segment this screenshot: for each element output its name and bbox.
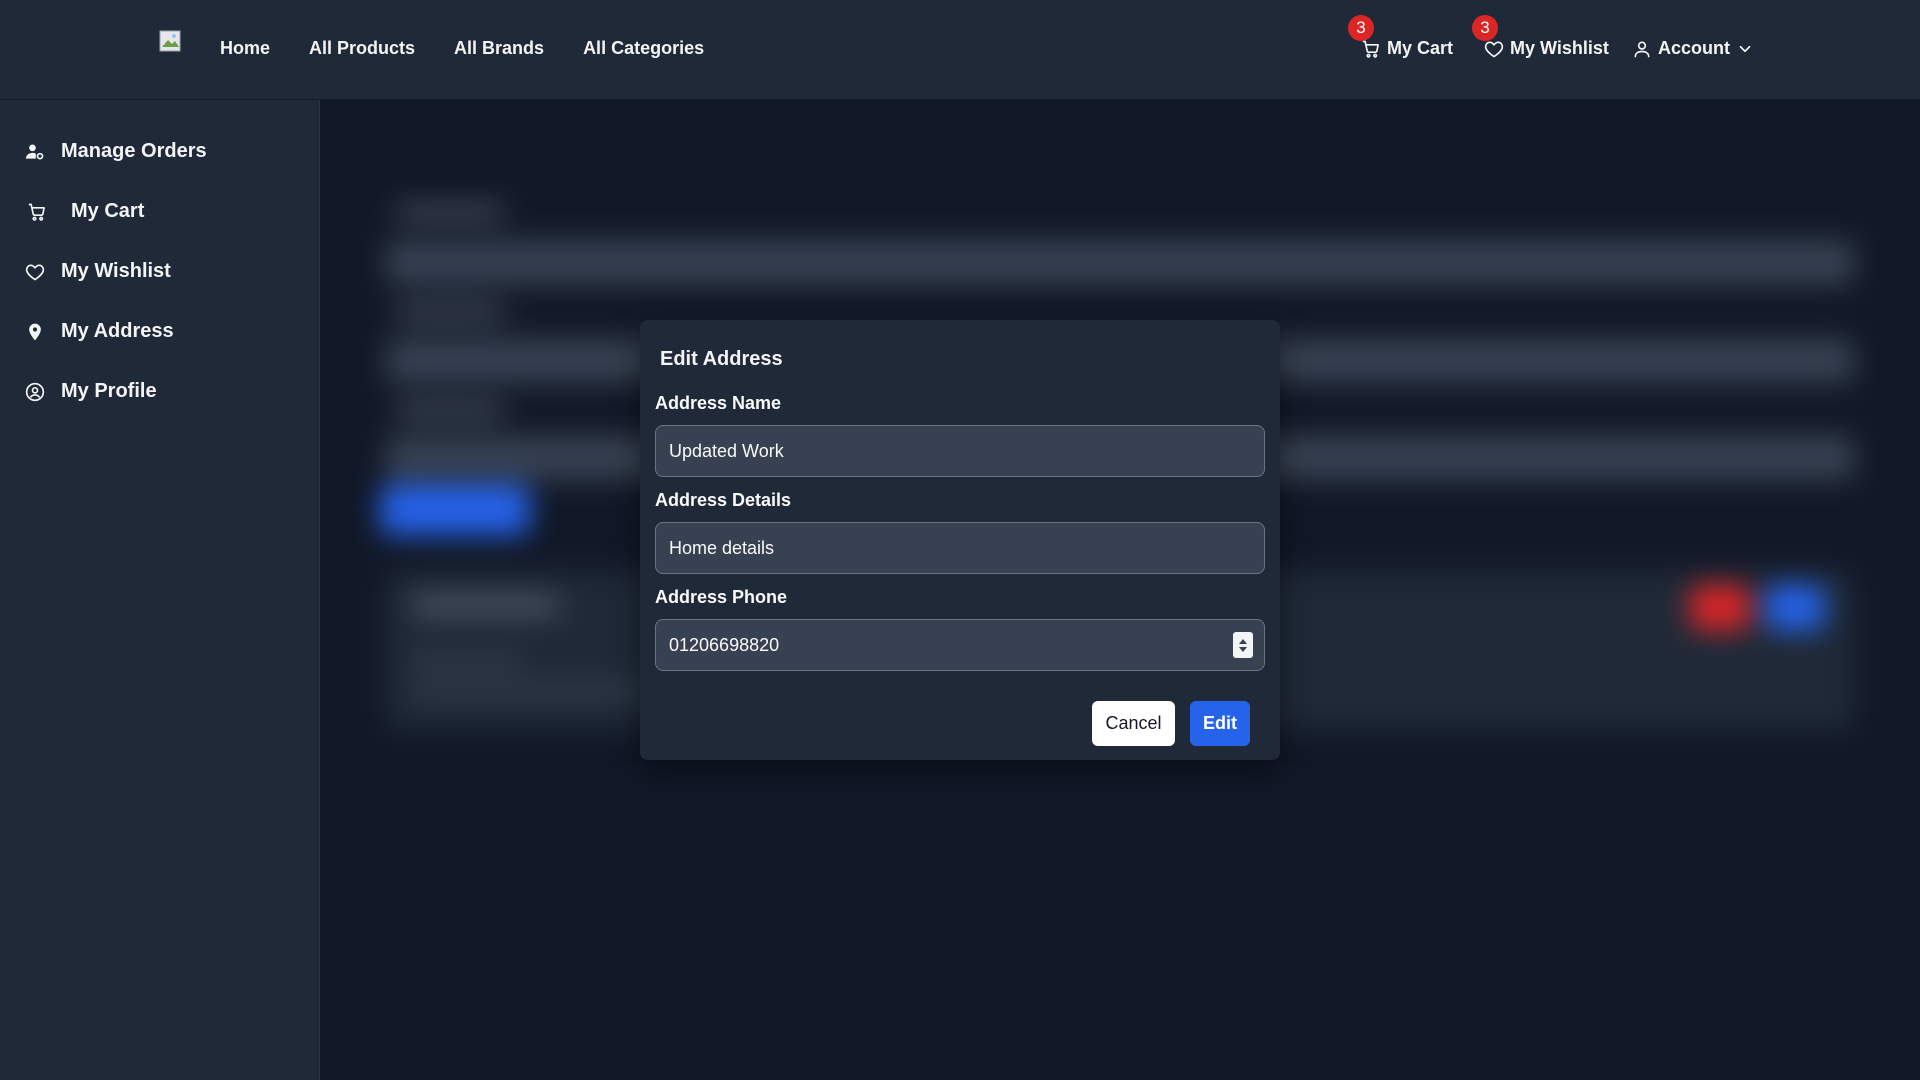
nav-cart-link[interactable]: 3 My Cart <box>1348 15 1454 59</box>
blurred-input <box>385 240 1855 285</box>
nav-wishlist-link[interactable]: 3 My Wishlist <box>1472 15 1609 59</box>
sidebar-item-my-cart[interactable]: My Cart <box>25 200 144 223</box>
top-navbar: Home All Products All Brands All Categor… <box>0 0 1920 100</box>
nav-cart-label: My Cart <box>1387 38 1454 58</box>
address-name-input[interactable] <box>655 425 1265 477</box>
nav-link-all-brands[interactable]: All Brands <box>454 38 544 59</box>
address-phone-input[interactable] <box>655 619 1265 671</box>
location-pin-icon <box>29 323 41 340</box>
blurred-label <box>395 403 505 417</box>
blurred-submit-button <box>380 485 530 535</box>
address-details-label: Address Details <box>655 490 792 510</box>
cancel-button[interactable]: Cancel <box>1092 701 1175 746</box>
heart-icon <box>1484 41 1504 57</box>
nav-link-all-categories[interactable]: All Categories <box>583 38 704 59</box>
sidebar-item-label: My Address <box>61 320 174 342</box>
users-gear-icon <box>25 144 44 159</box>
sidebar-item-my-address[interactable]: My Address <box>25 320 174 343</box>
blurred-delete-button <box>1690 585 1750 630</box>
stepper-up-arrow-icon[interactable] <box>1239 638 1247 644</box>
main-nav: Home All Products All Brands All Categor… <box>220 38 743 59</box>
blurred-card-text <box>410 685 650 697</box>
blurred-card-text <box>410 655 520 667</box>
nav-link-all-products[interactable]: All Products <box>309 38 415 59</box>
wishlist-count-badge: 3 <box>1472 15 1498 41</box>
sidebar-item-label: Manage Orders <box>61 140 207 162</box>
modal-title: Edit Address <box>660 348 783 370</box>
sidebar-item-manage-orders[interactable]: Manage Orders <box>25 140 207 163</box>
sidebar-item-my-profile[interactable]: My Profile <box>25 380 157 403</box>
address-details-input[interactable] <box>655 522 1265 574</box>
address-name-label: Address Name <box>655 393 782 413</box>
blurred-label <box>395 205 505 219</box>
account-dropdown[interactable]: Account <box>1632 38 1754 59</box>
cart-icon <box>28 203 45 221</box>
edit-button[interactable]: Edit <box>1190 701 1250 746</box>
user-icon <box>1634 41 1650 57</box>
address-phone-label: Address Phone <box>655 587 788 607</box>
heart-icon <box>25 264 45 280</box>
nav-link-home[interactable]: Home <box>220 38 270 59</box>
edit-address-modal: Edit Address Address Name Address Detail… <box>640 320 1280 760</box>
sidebar-item-my-wishlist[interactable]: My Wishlist <box>25 260 171 283</box>
phone-number-stepper[interactable] <box>1233 632 1253 658</box>
sidebar: Manage Orders My Cart My Wishlist My Add… <box>0 100 320 1080</box>
cart-count-badge: 3 <box>1348 15 1374 41</box>
broken-image-logo-icon[interactable] <box>159 30 181 52</box>
chevron-down-icon <box>1739 45 1751 52</box>
address-phone-wrapper <box>640 619 1280 671</box>
blurred-card-title <box>410 595 560 615</box>
account-label: Account <box>1658 38 1730 58</box>
sidebar-item-label: My Cart <box>71 200 145 222</box>
blurred-edit-button <box>1765 585 1825 630</box>
cart-icon <box>1362 40 1379 58</box>
sidebar-item-label: My Profile <box>61 380 157 402</box>
blurred-label <box>395 305 505 319</box>
nav-wishlist-label: My Wishlist <box>1510 38 1609 58</box>
user-circle-icon <box>25 382 45 401</box>
sidebar-item-label: My Wishlist <box>61 260 171 282</box>
stepper-down-arrow-icon[interactable] <box>1239 646 1247 652</box>
